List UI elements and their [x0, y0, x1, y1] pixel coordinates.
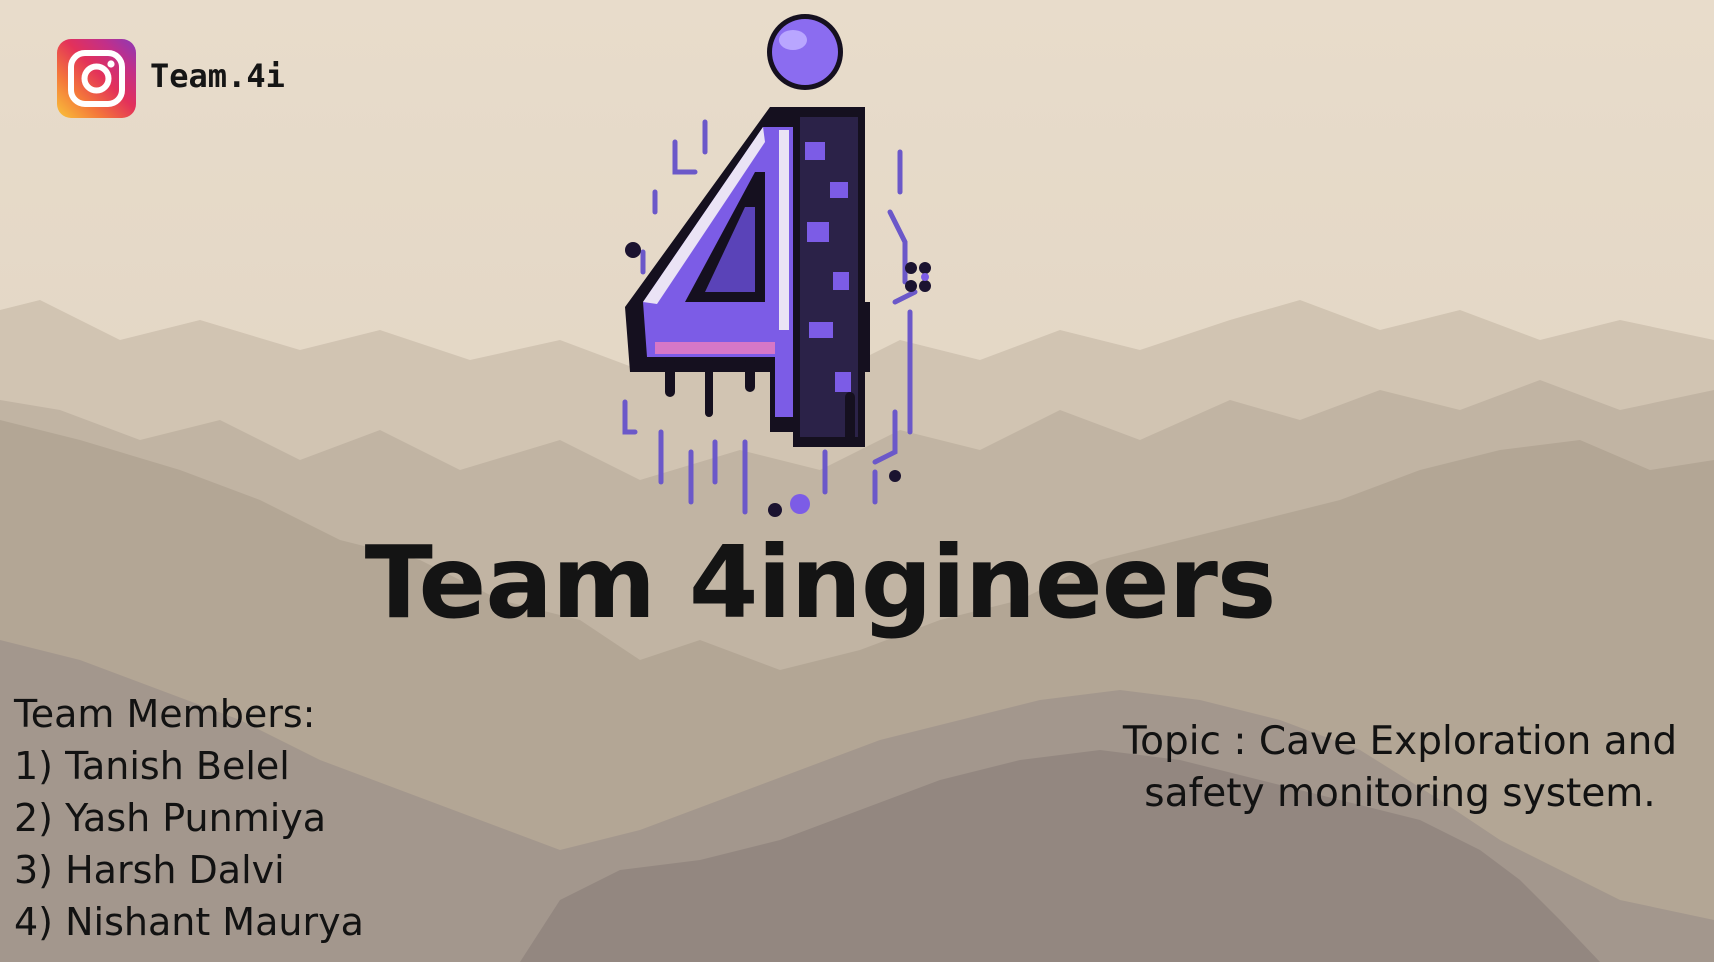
list-item: 4) Nishant Maurya [14, 900, 364, 944]
team-4i-logo [622, 14, 931, 517]
team-members-list: Team Members: 1) Tanish Belel 2) Yash Pu… [14, 688, 364, 948]
list-item: 3) Harsh Dalvi [14, 848, 285, 892]
list-item: 2) Yash Punmiya [14, 796, 327, 840]
topic-text: Topic : Cave Exploration and safety moni… [1090, 716, 1710, 820]
list-item: 1) Tanish Belel [14, 744, 290, 788]
instagram-icon[interactable] [57, 39, 136, 118]
instagram-handle[interactable]: Team.4i [150, 54, 285, 98]
team-title: Team 4ingineers [364, 524, 1277, 641]
team-members-heading: Team Members: [14, 692, 316, 736]
topic-line-1: Topic : Cave Exploration and [1122, 719, 1678, 764]
topic-line-2: safety monitoring system. [1144, 771, 1656, 816]
